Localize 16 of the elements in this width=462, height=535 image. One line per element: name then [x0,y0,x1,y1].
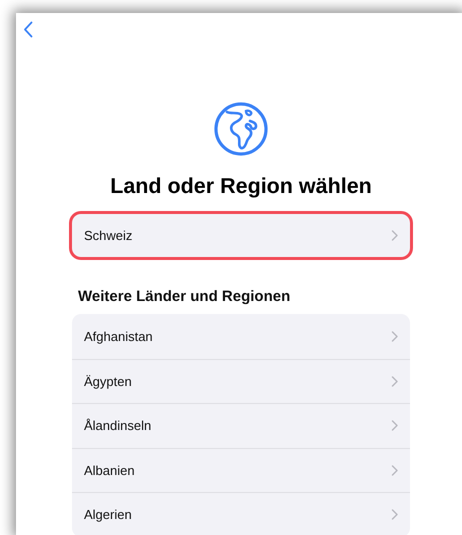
country-row[interactable]: Algerien [72,492,410,535]
country-row[interactable]: Albanien [72,448,410,492]
globe-icon [213,101,269,157]
chevron-icon [391,330,398,342]
chevron-icon [391,509,398,520]
suggested-country-row[interactable]: Schweiz [72,214,410,257]
chevron-icon [391,230,398,241]
country-row[interactable]: Ålandinseln [72,403,410,448]
section-title: Weitere Länder und Regionen [78,287,292,307]
back-chevron-icon [23,21,34,38]
chevron-icon [391,420,398,432]
chevron-icon [391,376,398,387]
page-title: Land oder Region wählen [109,173,373,200]
country-row[interactable]: Afghanistan [72,314,410,358]
chevron-icon [391,464,398,476]
country-row[interactable]: Ägypten [72,358,410,403]
